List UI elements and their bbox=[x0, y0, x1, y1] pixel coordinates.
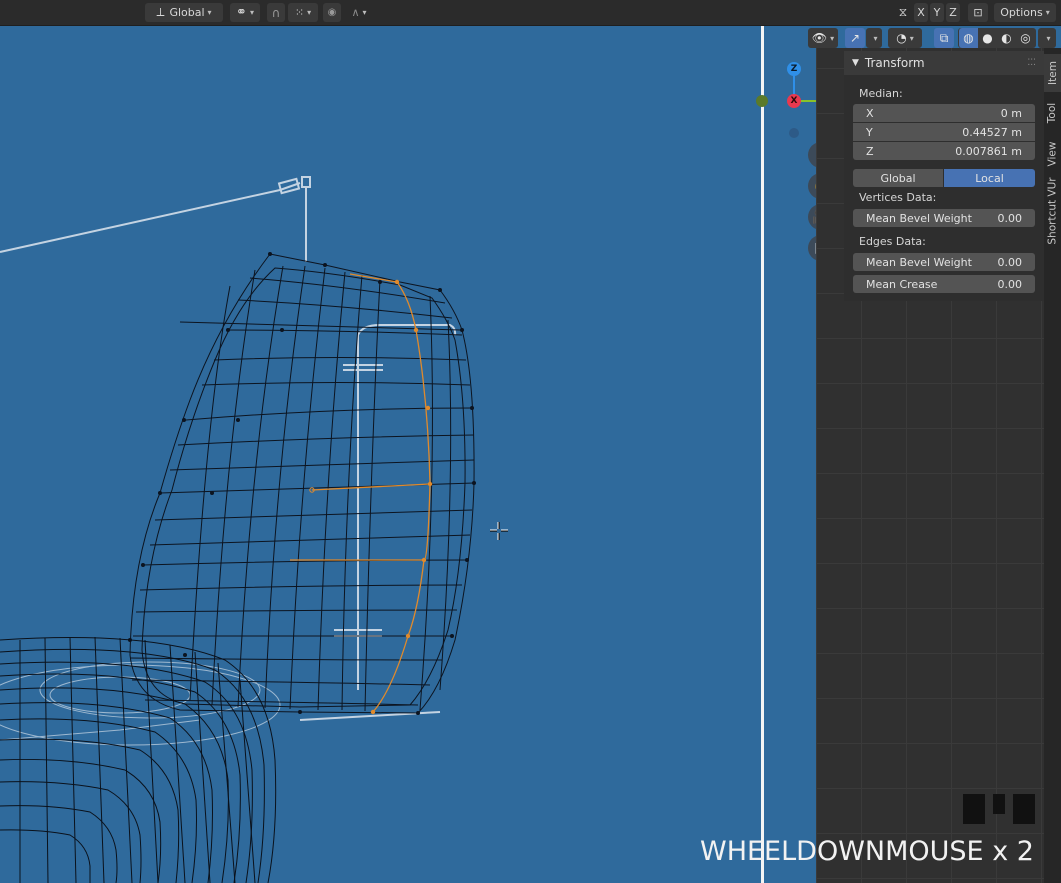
tab-shortcut-vur[interactable]: Shortcut VUr bbox=[1044, 176, 1061, 246]
topology-mirror-icon: ⊡ bbox=[973, 6, 983, 19]
overlays-dropdown[interactable]: ◔ ▾ bbox=[888, 28, 922, 48]
mirror-x-toggle[interactable]: X bbox=[914, 3, 928, 22]
viewport-header: ⟂ Global ▾ ⚭ ▾ ∩ ⁙ ▾ ◉ ∧ ▾ ⧖ X Y Z ⊡ Opt… bbox=[0, 0, 1061, 26]
pivot-point-dropdown[interactable]: ⚭ ▾ bbox=[230, 3, 260, 22]
gizmo-x-axis[interactable]: X bbox=[787, 94, 801, 108]
magnet-icon: ∩ bbox=[271, 5, 281, 20]
edge-mean-bevel-weight-field[interactable]: Mean Bevel Weight 0.00 bbox=[853, 253, 1035, 271]
median-z-field[interactable]: Z 0.007861 m bbox=[853, 142, 1035, 160]
options-dropdown[interactable]: Options ▾ bbox=[994, 3, 1056, 22]
tab-view[interactable]: View bbox=[1044, 134, 1061, 174]
wireframe-shading-icon[interactable]: ◍ bbox=[959, 28, 978, 48]
sidebar-tabs: Item Tool View Shortcut VUr bbox=[1044, 48, 1061, 883]
chevron-down-icon: ▾ bbox=[249, 8, 254, 17]
space-local-toggle[interactable]: Local bbox=[944, 169, 1035, 187]
shading-dropdown[interactable]: ▾ bbox=[1038, 28, 1056, 48]
mouse-indicator-right bbox=[1013, 794, 1035, 824]
reference-line bbox=[761, 26, 764, 883]
gizmo-toggle[interactable]: ↗ bbox=[845, 28, 865, 48]
screencast-keys-text: WHEELDOWNMOUSE x 2 bbox=[700, 836, 1034, 867]
snap-target-dropdown[interactable]: ⁙ ▾ bbox=[288, 3, 318, 22]
pivot-icon: ⚭ bbox=[236, 5, 247, 20]
tab-tool[interactable]: Tool bbox=[1044, 94, 1061, 132]
mirror-y-toggle[interactable]: Y bbox=[930, 3, 944, 22]
xray-toggle[interactable]: ⧉ bbox=[934, 28, 954, 48]
proportional-editing-toggle[interactable]: ◉ bbox=[323, 3, 341, 22]
gizmo-z-axis[interactable]: Z bbox=[787, 62, 801, 76]
chevron-down-icon: ▾ bbox=[362, 8, 367, 17]
eye-icon: 👁 bbox=[811, 31, 828, 45]
mouse-indicator-middle bbox=[993, 794, 1005, 814]
edge-mean-crease-field[interactable]: Mean Crease 0.00 bbox=[853, 275, 1035, 293]
chevron-down-icon: ▾ bbox=[307, 8, 312, 17]
gizmo-dropdown[interactable]: ▾ bbox=[866, 28, 882, 48]
solid-shading-icon[interactable]: ● bbox=[978, 31, 997, 45]
xray-icon: ⧉ bbox=[939, 30, 949, 45]
edges-data-label: Edges Data: bbox=[859, 235, 926, 248]
median-y-field[interactable]: Y 0.44527 m bbox=[853, 123, 1035, 141]
options-label: Options bbox=[1000, 6, 1043, 19]
falloff-curve-icon: ∧ bbox=[351, 6, 360, 19]
drag-handle-icon[interactable]: ⁚⁚⁚ bbox=[1027, 58, 1036, 68]
snap-grid-icon: ⁙ bbox=[294, 6, 305, 19]
tab-item[interactable]: Item bbox=[1044, 54, 1061, 92]
vertices-data-label: Vertices Data: bbox=[859, 191, 937, 204]
shading-mode-group[interactable]: ◍ ● ◐ ◎ bbox=[958, 28, 1036, 48]
orientation-icon: ⟂ bbox=[156, 5, 165, 19]
space-global-toggle[interactable]: Global bbox=[853, 169, 943, 187]
chevron-down-icon: ▾ bbox=[873, 33, 878, 43]
panel-title: Transform bbox=[864, 56, 925, 70]
chevron-down-icon: ▾ bbox=[1046, 33, 1051, 43]
mirror-z-toggle[interactable]: Z bbox=[946, 3, 960, 22]
mirror-icon[interactable]: ⧖ bbox=[893, 3, 913, 22]
rendered-shading-icon[interactable]: ◎ bbox=[1016, 31, 1035, 45]
gizmo-icon: ↗ bbox=[849, 31, 861, 45]
chevron-down-icon: ▾ bbox=[207, 8, 212, 17]
transform-panel-header[interactable]: ▼ Transform ⁚⁚⁚ bbox=[844, 51, 1044, 75]
transform-orientation-dropdown[interactable]: ⟂ Global ▾ bbox=[145, 3, 223, 22]
topology-mirror-toggle[interactable]: ⊡ bbox=[968, 3, 988, 22]
vertex-mean-bevel-weight-field[interactable]: Mean Bevel Weight 0.00 bbox=[853, 209, 1035, 227]
snap-toggle[interactable]: ∩ bbox=[267, 3, 285, 22]
falloff-dropdown[interactable]: ∧ ▾ bbox=[343, 3, 375, 22]
collapse-arrow-icon: ▼ bbox=[852, 58, 859, 68]
median-label: Median: bbox=[859, 87, 903, 100]
chevron-down-icon: ▾ bbox=[1045, 8, 1050, 17]
3d-viewport[interactable] bbox=[0, 26, 816, 883]
visibility-dropdown[interactable]: 👁 ▾ bbox=[808, 28, 838, 48]
transform-panel: ▼ Transform ⁚⁚⁚ Median: X 0 m Y 0.44527 … bbox=[844, 51, 1044, 301]
3d-cursor-icon bbox=[490, 522, 508, 540]
overlays-icon: ◔ bbox=[896, 31, 907, 45]
sidebar-region: ▼ Transform ⁚⁚⁚ Median: X 0 m Y 0.44527 … bbox=[816, 48, 1044, 883]
material-shading-icon[interactable]: ◐ bbox=[997, 31, 1016, 45]
orientation-label: Global bbox=[169, 6, 205, 19]
median-x-field[interactable]: X 0 m bbox=[853, 104, 1035, 122]
mouse-indicator-left bbox=[963, 794, 985, 824]
proportional-icon: ◉ bbox=[327, 7, 337, 18]
wireframe-mesh bbox=[0, 176, 476, 883]
